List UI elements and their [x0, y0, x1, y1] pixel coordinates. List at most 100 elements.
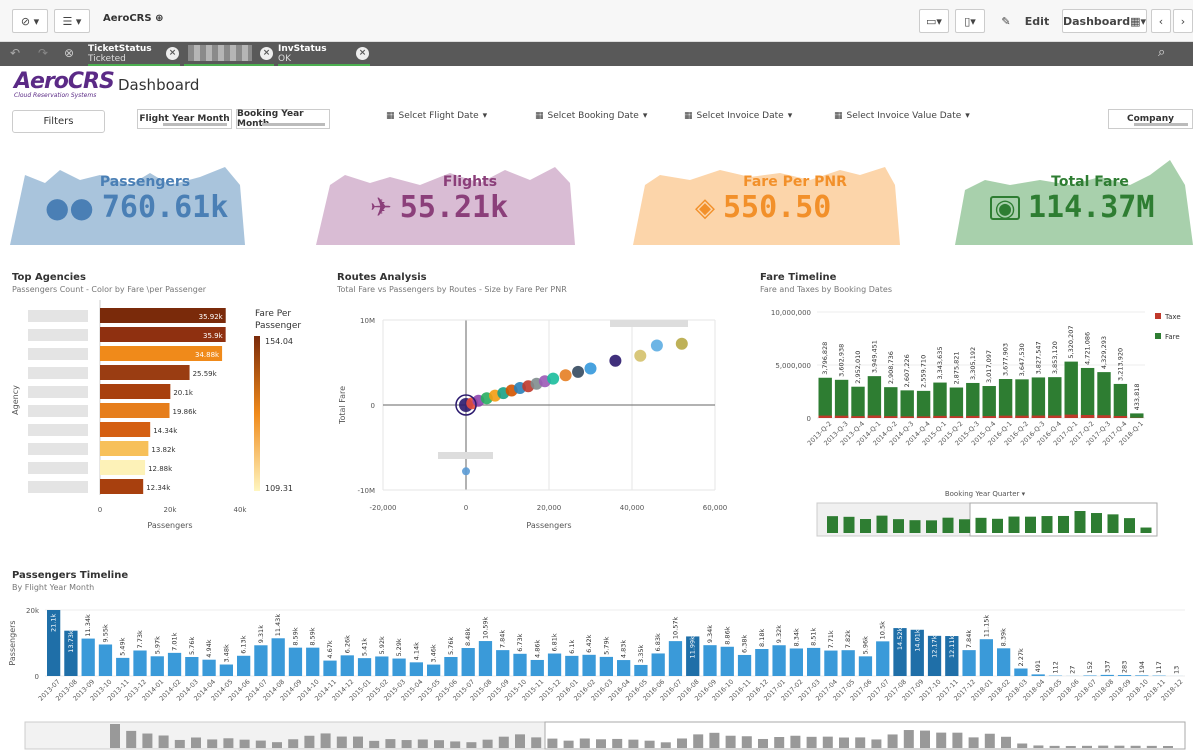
- fare-timeline-subtitle: Fare and Taxes by Booking Dates: [760, 285, 892, 294]
- pax-bar-label: 12.11k: [948, 635, 956, 658]
- next-sheet-button[interactable]: ›: [1173, 9, 1193, 33]
- list-icon: ☰ ▾: [62, 14, 82, 28]
- step-forward-icon[interactable]: ↷: [38, 46, 48, 60]
- calendar-icon: ▦: [834, 111, 843, 121]
- invoice-date-selector[interactable]: ▦ Selcet Invoice Date ▾: [684, 111, 792, 121]
- pax-bar-label: 8.86k: [723, 626, 731, 644]
- sheet-selector[interactable]: Dashboard ▦▾: [1062, 9, 1147, 33]
- pax-bar: [962, 650, 976, 676]
- bookmark-button[interactable]: ▯▾: [955, 9, 985, 33]
- app-name[interactable]: AeroCRS ⊕: [103, 13, 163, 24]
- booking-date-selector[interactable]: ▦ Selcet Booking Date ▾: [535, 111, 647, 121]
- global-menu-button[interactable]: ☰ ▾: [54, 9, 90, 33]
- fare-y-tick: 0: [807, 415, 811, 423]
- fare-bar: [982, 386, 996, 418]
- sheet-name: Dashboard: [1063, 14, 1131, 28]
- pax-bar: [789, 648, 803, 676]
- fare-bar-label: 433,818: [1133, 384, 1141, 411]
- pax-mini-bar: [401, 740, 412, 748]
- fare-bar-label: 3,213,920: [1116, 348, 1124, 381]
- pax-bar: [167, 652, 182, 676]
- clear-all-icon[interactable]: ⊗: [64, 46, 74, 60]
- pax-bar-label: 7.82k: [844, 630, 852, 648]
- pax-mini-bar: [239, 739, 250, 748]
- filter-label: Booking Year Month: [237, 109, 304, 129]
- edit-button[interactable]: Edit: [1022, 9, 1052, 33]
- selection-hidden[interactable]: ×: [184, 42, 274, 66]
- flight-date-selector[interactable]: ▦ Selcet Flight Date ▾: [386, 111, 487, 121]
- invoice-value-date-selector[interactable]: ▦ Select Invoice Value Date ▾: [834, 111, 970, 121]
- agency-label-blurred: [28, 367, 88, 379]
- pax-bar: [1117, 675, 1132, 676]
- fare-bar: [867, 376, 882, 418]
- edit-icon-button[interactable]: ✎: [995, 9, 1017, 33]
- step-back-icon[interactable]: ↶: [10, 46, 20, 60]
- tax-bar: [933, 415, 947, 418]
- fare-bar: [834, 379, 849, 418]
- agencies-x-tick: 0: [98, 506, 102, 514]
- pax-timeline-chart[interactable]: 20k0Passengers 21.1k2013-0713.73k2013-081…: [5, 598, 1193, 751]
- pax-mini-bar: [758, 738, 768, 748]
- pax-bar: [824, 650, 838, 676]
- close-icon[interactable]: ×: [166, 47, 179, 60]
- plane-icon: ✈: [370, 192, 392, 223]
- pax-bar: [185, 656, 199, 676]
- agency-bar: [100, 365, 190, 380]
- pax-bar-label: 13: [1172, 666, 1180, 674]
- fare-bar-label: 4,721,086: [1084, 332, 1092, 365]
- page-title: Dashboard: [118, 76, 200, 94]
- pax-mini-bar: [1065, 745, 1076, 748]
- fare-y-tick: 5,000,000: [775, 362, 811, 370]
- booking-year-month-filter[interactable]: Booking Year Month: [236, 109, 330, 129]
- previous-sheet-button[interactable]: ‹: [1151, 9, 1171, 33]
- fare-bar: [1080, 367, 1095, 418]
- pax-mini-bar: [207, 739, 218, 748]
- routes-subtitle: Total Fare vs Passengers by Routes - Siz…: [337, 285, 567, 294]
- close-icon[interactable]: ×: [356, 47, 369, 60]
- pax-bar: [357, 658, 372, 676]
- top-agencies-chart[interactable]: 35.92k 35.9k 34.88k 25.59k 20.1k 19.86k 14.34k…: [10, 300, 320, 535]
- agency-label-blurred: [28, 462, 88, 474]
- fare-bar-label: 3,796,828: [821, 342, 829, 375]
- close-icon[interactable]: ×: [260, 47, 273, 60]
- pax-bar: [254, 645, 268, 676]
- agency-bar-label: 13.82k: [151, 446, 176, 454]
- tax-bar: [1080, 414, 1095, 418]
- fare-timeline-chart[interactable]: 10,000,0005,000,00003,796,8282013-Q-23,6…: [755, 300, 1193, 540]
- story-button[interactable]: ▭▾: [919, 9, 949, 33]
- pax-bar: [582, 654, 596, 676]
- pax-bar: [427, 664, 441, 676]
- pax-bar: [651, 653, 665, 676]
- pax-bar: [513, 653, 527, 676]
- search-icon[interactable]: ⌕: [1158, 45, 1165, 60]
- pax-mini-bar: [482, 739, 493, 748]
- pax-mini-bar: [1082, 745, 1092, 748]
- tax-bar: [867, 415, 882, 418]
- routes-chart[interactable]: 10M 0 -10M -20,000 0 20,000 40,000 60,000 Total …: [335, 300, 730, 535]
- flight-year-month-filter[interactable]: Flight Year Month: [137, 109, 232, 129]
- routes-y-label: Total Fare: [338, 386, 347, 425]
- fare-bar-label: 3,305,192: [969, 347, 977, 380]
- fare-mini-bar: [1107, 514, 1119, 533]
- pax-bar: [599, 656, 613, 676]
- caret-down-icon: ▾: [642, 111, 648, 121]
- route-point: [547, 372, 560, 385]
- pax-bar: [478, 641, 493, 676]
- route-point: [584, 362, 597, 375]
- pax-bar-label: 2.27k: [1017, 648, 1025, 666]
- company-filter[interactable]: Company: [1108, 109, 1193, 129]
- date-selector-label: Selcet Flight Date: [398, 111, 479, 121]
- pax-bar-label: 5.92k: [378, 636, 386, 654]
- pax-mini-bar: [1001, 736, 1011, 748]
- selections-bar: ↶ ↷ ⊗ TicketStatus Ticketed × × InvStatu…: [0, 42, 1193, 66]
- filters-button[interactable]: Filters: [12, 110, 105, 133]
- selection-invstatus[interactable]: InvStatus OK ×: [278, 42, 370, 66]
- pax-mini-bar: [466, 742, 477, 748]
- selection-ticketstatus[interactable]: TicketStatus Ticketed ×: [88, 42, 180, 66]
- pax-bar-label: 5.96k: [861, 636, 869, 654]
- pax-mini-bar: [531, 737, 542, 748]
- agencies-x-label: Passengers: [147, 521, 192, 530]
- pax-bar-label: 8.39k: [1000, 628, 1008, 646]
- navigation-menu-button[interactable]: ⊘ ▾: [12, 9, 48, 33]
- fare-y-tick: 10,000,000: [771, 309, 811, 317]
